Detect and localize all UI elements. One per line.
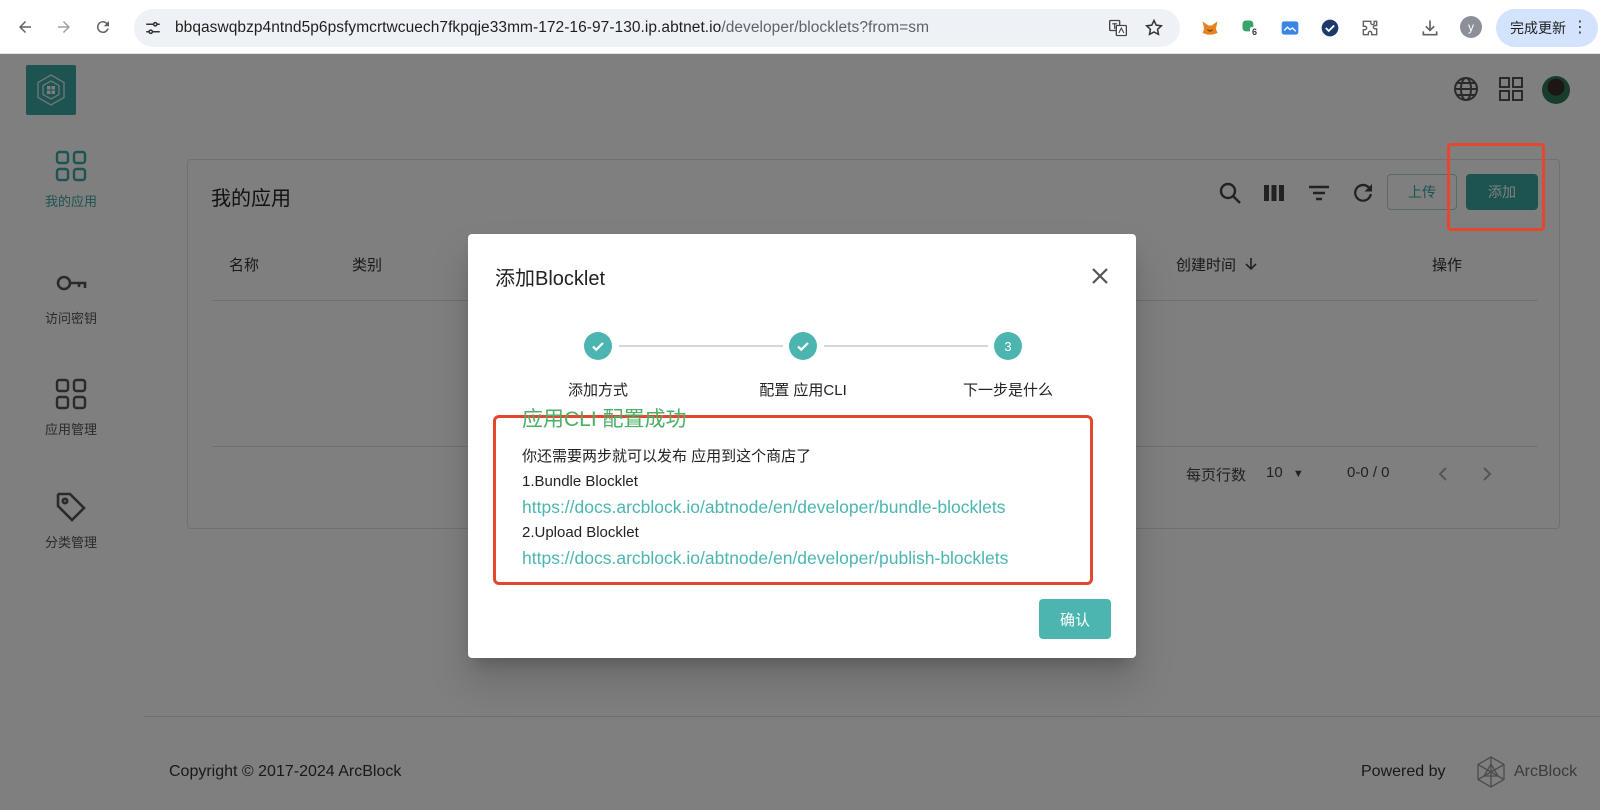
url-host: bbqaswqbzp4ntnd5p6psfymcrtwcuech7fkpqje3… bbox=[175, 19, 722, 36]
site-settings-icon[interactable] bbox=[144, 19, 162, 37]
check-icon bbox=[592, 342, 604, 352]
puzzle-icon[interactable] bbox=[1359, 17, 1381, 39]
bundle-blocklets-link[interactable]: https://docs.arcblock.io/abtnode/en/deve… bbox=[522, 497, 1006, 518]
check-icon bbox=[797, 342, 809, 352]
url-text: bbqaswqbzp4ntnd5p6psfymcrtwcuech7fkpqje3… bbox=[175, 19, 929, 37]
step-3-label: 下一步是什么 bbox=[962, 382, 1053, 399]
step-2-done bbox=[789, 332, 817, 360]
add-blocklet-dialog: 添加Blocklet 3 添加方式 配置 应用CLI 下一步是什么 应用CLI … bbox=[468, 234, 1136, 658]
reload-icon bbox=[96, 21, 109, 34]
step1-title: 1.Bundle Blocklet bbox=[522, 473, 638, 490]
browser-toolbar: bbqaswqbzp4ntnd5p6psfymcrtwcuech7fkpqje3… bbox=[0, 0, 1600, 54]
step-connector bbox=[619, 345, 783, 347]
extension-badge-icon[interactable]: 6 bbox=[1239, 17, 1261, 39]
download-icon[interactable] bbox=[1419, 17, 1441, 39]
check-extension-icon[interactable] bbox=[1319, 17, 1341, 39]
step-3-active: 3 bbox=[994, 332, 1022, 360]
reload-button[interactable] bbox=[90, 14, 116, 40]
url-path: /developer/blocklets?from=sm bbox=[721, 19, 930, 36]
back-button[interactable] bbox=[12, 14, 38, 40]
star-icon[interactable] bbox=[1144, 18, 1164, 38]
update-button[interactable]: 完成更新 ⋮ bbox=[1496, 9, 1598, 47]
success-message: 应用CLI 配置成功 bbox=[522, 408, 687, 431]
step-1-label: 添加方式 bbox=[567, 382, 628, 399]
close-icon[interactable] bbox=[1088, 264, 1112, 288]
more-vert-icon: ⋮ bbox=[1572, 19, 1588, 36]
extension-badge-count: 6 bbox=[1252, 27, 1258, 37]
step2-title: 2.Upload Blocklet bbox=[522, 524, 639, 541]
step-2-label: 配置 应用CLI bbox=[759, 382, 847, 399]
add-button-highlight bbox=[1447, 143, 1545, 231]
publish-blocklets-link[interactable]: https://docs.arcblock.io/abtnode/en/deve… bbox=[522, 548, 1008, 569]
screenshot-extension-icon[interactable] bbox=[1279, 17, 1301, 39]
forward-button[interactable] bbox=[51, 14, 77, 40]
translate-icon[interactable] bbox=[1108, 18, 1128, 38]
arrow-right-icon bbox=[58, 21, 70, 33]
arrow-left-icon bbox=[19, 21, 31, 33]
intro-text: 你还需要两步就可以发布 应用到这个商店了 bbox=[522, 448, 812, 465]
step-connector bbox=[824, 345, 988, 347]
update-label: 完成更新 bbox=[1510, 20, 1566, 36]
fox-extension-icon[interactable] bbox=[1199, 17, 1221, 39]
dialog-title: 添加Blocklet bbox=[495, 268, 606, 290]
address-bar[interactable]: bbqaswqbzp4ntnd5p6psfymcrtwcuech7fkpqje3… bbox=[134, 9, 1180, 47]
step-1-done bbox=[584, 332, 612, 360]
profile-avatar[interactable]: y bbox=[1460, 16, 1482, 38]
confirm-button[interactable]: 确认 bbox=[1039, 599, 1111, 639]
